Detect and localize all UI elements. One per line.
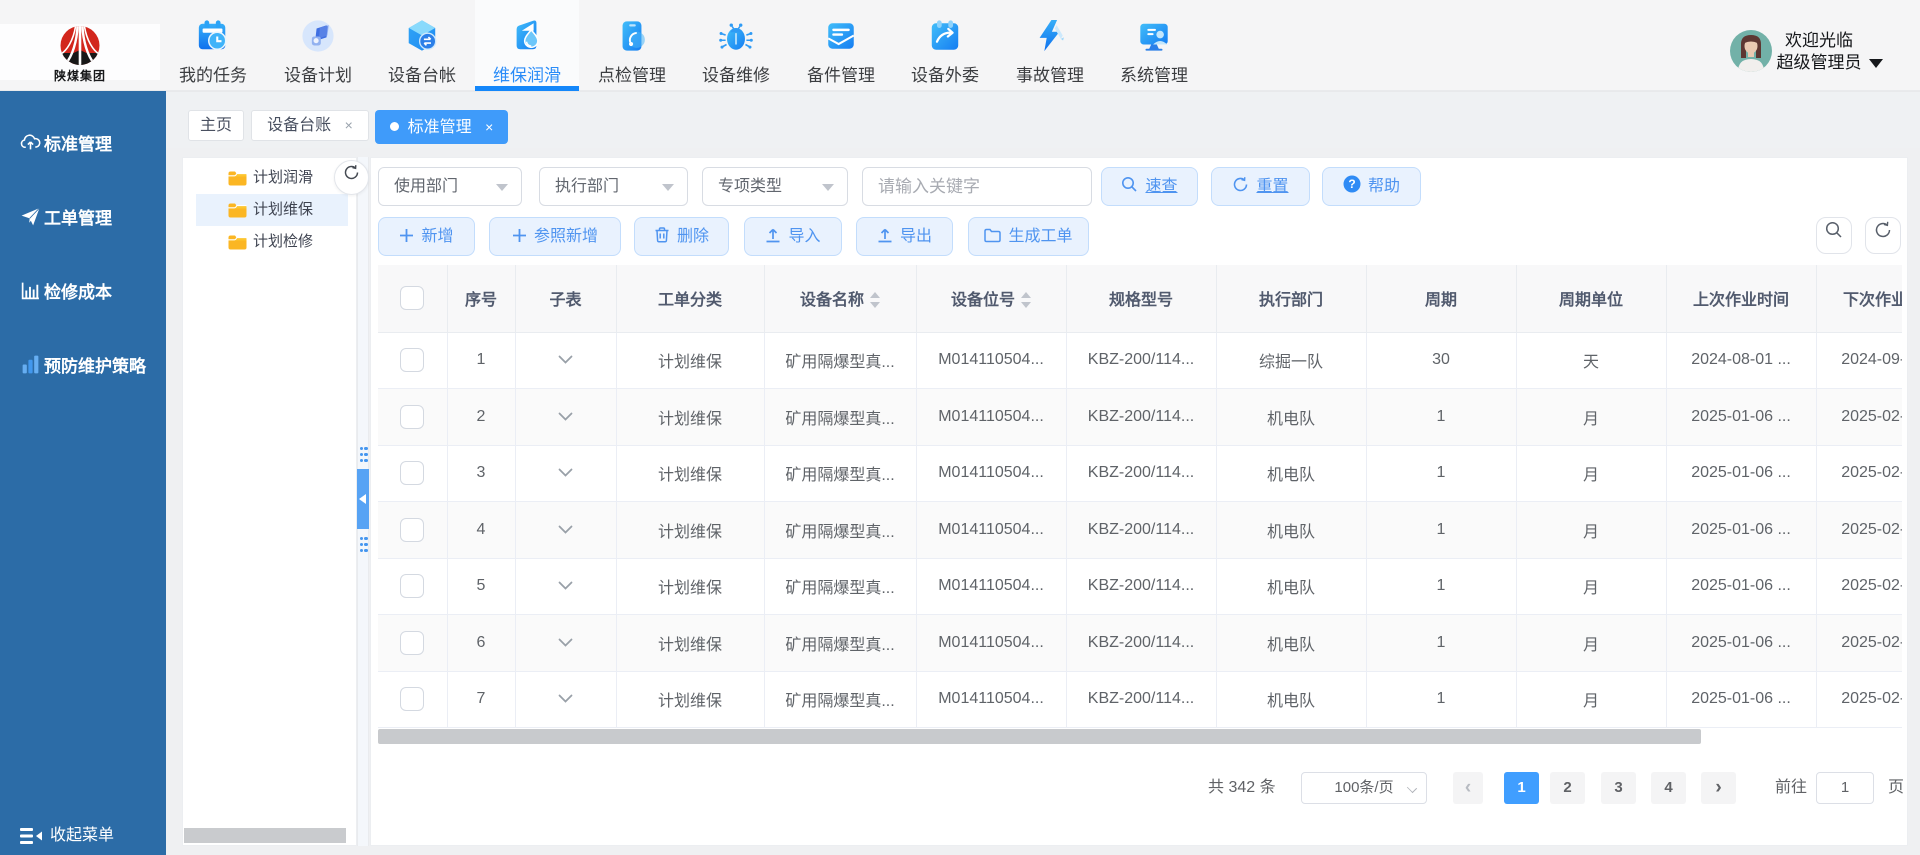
svg-text:?: ?	[1348, 177, 1355, 191]
